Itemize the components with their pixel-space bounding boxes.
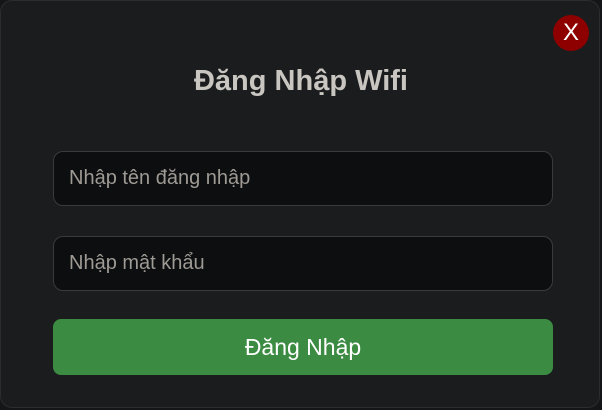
dialog-title: Đăng Nhập Wifi — [193, 65, 408, 97]
wifi-login-dialog: X Đăng Nhập Wifi Đăng Nhập — [0, 0, 600, 408]
password-input[interactable] — [53, 236, 553, 291]
login-button[interactable]: Đăng Nhập — [53, 319, 553, 375]
close-button[interactable]: X — [553, 15, 589, 51]
username-input[interactable] — [53, 151, 553, 206]
